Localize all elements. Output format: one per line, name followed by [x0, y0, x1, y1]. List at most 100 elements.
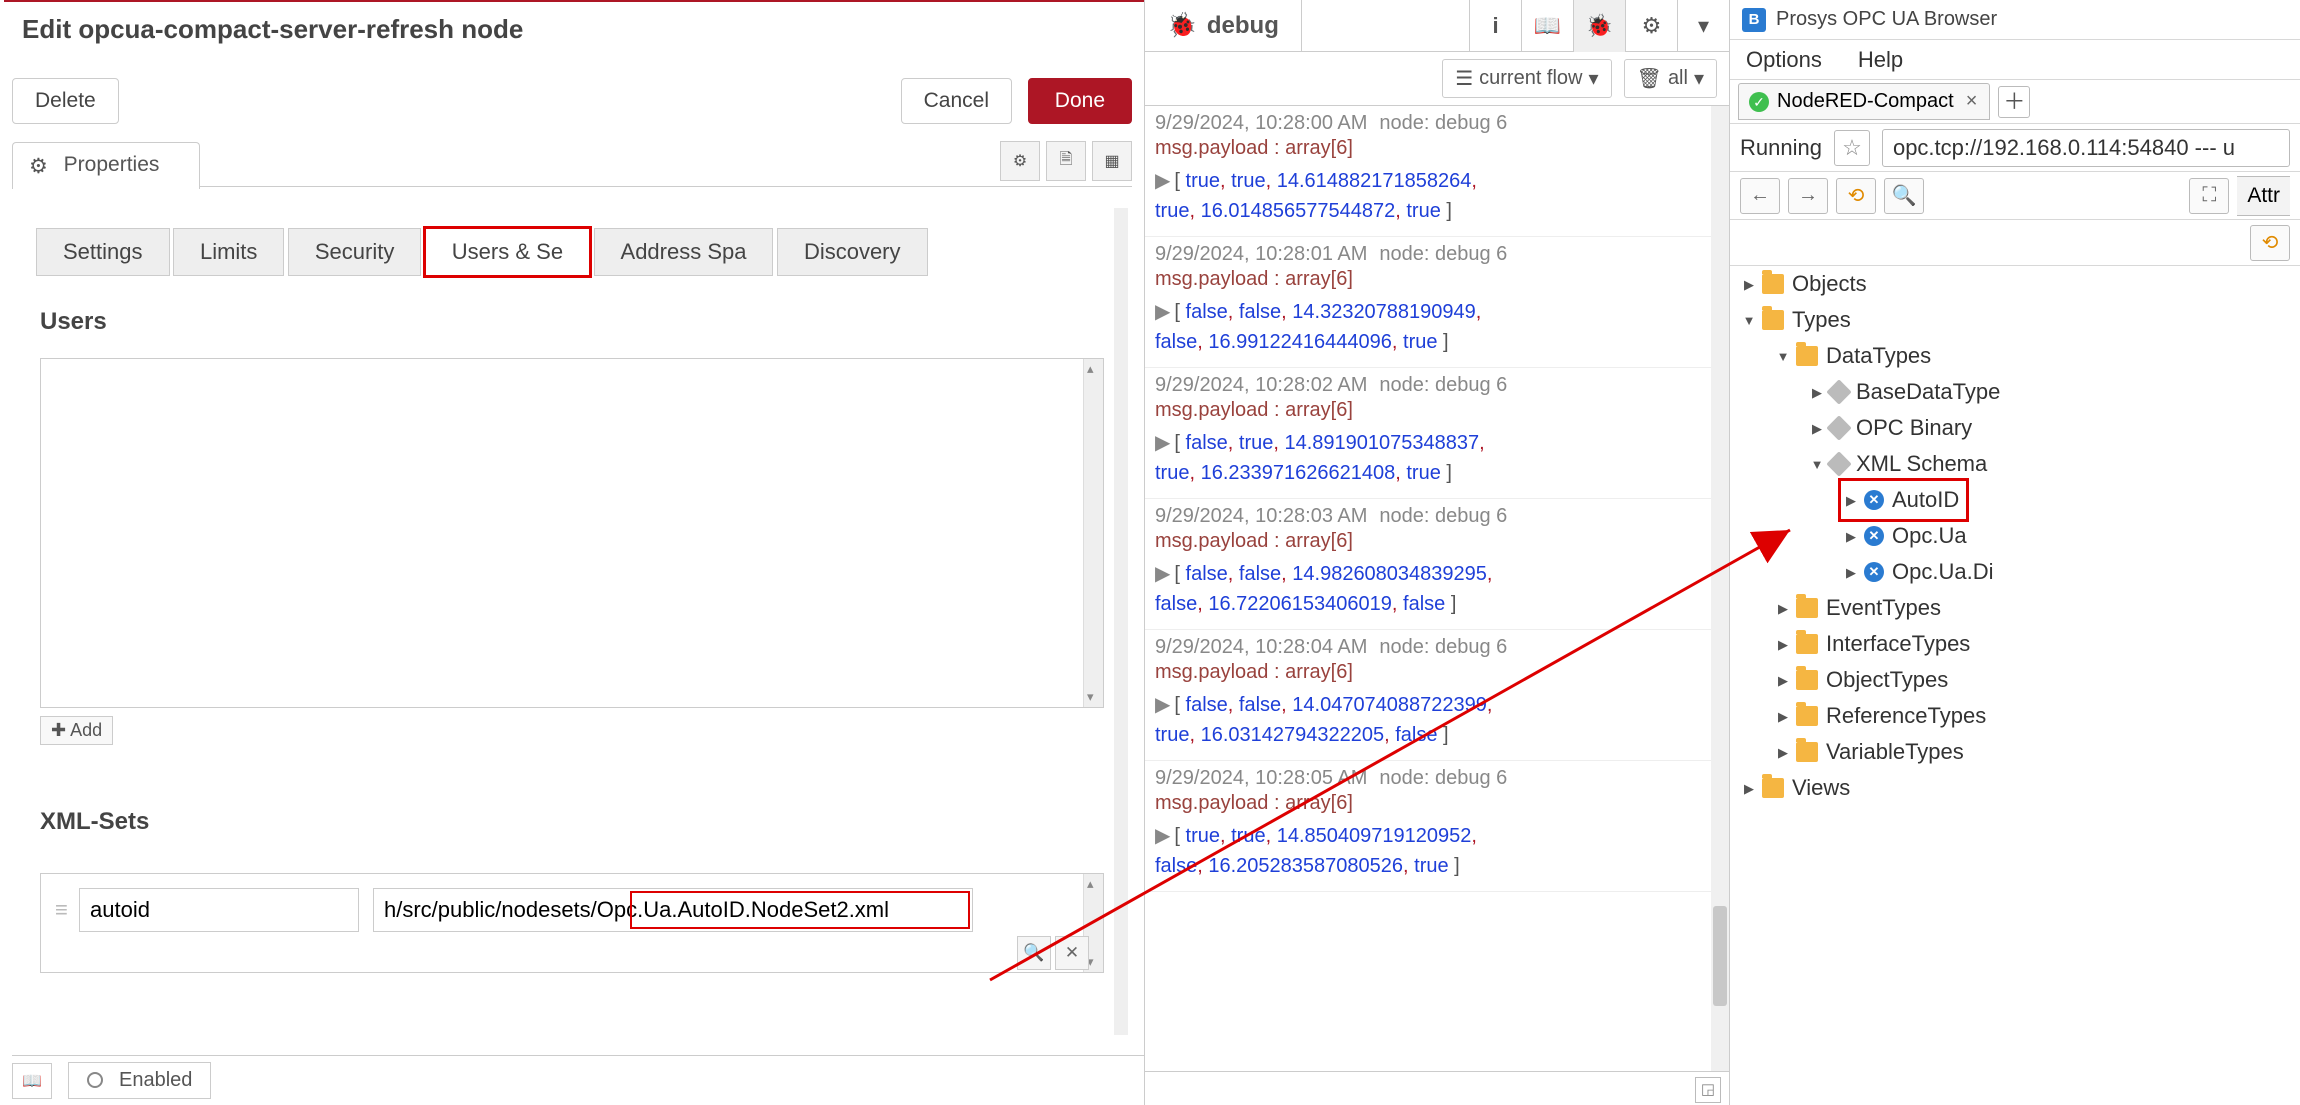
gear-icon-button[interactable]: ⚙ [1625, 0, 1677, 52]
expand-icon[interactable]: ▶ [1155, 825, 1170, 847]
debug-message[interactable]: 9/29/2024, 10:28:02 AMnode: debug 6msg.p… [1145, 368, 1711, 499]
debug-message[interactable]: 9/29/2024, 10:28:04 AMnode: debug 6msg.p… [1145, 630, 1711, 761]
properties-tab[interactable]: ⚙ Properties [12, 142, 200, 189]
refresh-button[interactable]: ⟲ [1836, 178, 1876, 214]
expand-button[interactable]: ⛶ [2189, 178, 2229, 214]
tree-node-opc-binary[interactable]: OPC Binary [1740, 410, 2300, 446]
tree-caret-icon[interactable] [1774, 348, 1792, 365]
filter-current-flow[interactable]: ☰ current flow ▾ [1442, 59, 1611, 98]
menu-options[interactable]: Options [1746, 47, 1822, 73]
tree-node-interfacetypes[interactable]: InterfaceTypes [1740, 626, 2300, 662]
doc-icon-button[interactable]: 🗎 [1046, 141, 1086, 181]
book-icon-button[interactable]: 📖 [1521, 0, 1573, 52]
debug-message[interactable]: 9/29/2024, 10:28:03 AMnode: debug 6msg.p… [1145, 499, 1711, 630]
msg-node: node: debug 6 [1379, 374, 1507, 396]
done-button[interactable]: Done [1028, 78, 1132, 124]
users-list[interactable] [40, 358, 1104, 708]
trash-icon: 🗑 [1637, 66, 1662, 91]
tree-node-datatypes[interactable]: DataTypes [1740, 338, 2300, 374]
xmlset-name-input[interactable] [79, 888, 359, 932]
expand-icon[interactable]: ▶ [1155, 301, 1170, 323]
prosys-connection-tab[interactable]: ✓ NodeRED-Compact × [1738, 83, 1990, 120]
xmlset-path-input[interactable] [373, 888, 973, 932]
tree-caret-icon[interactable] [1808, 456, 1826, 473]
tab-security[interactable]: Security [288, 228, 421, 276]
expand-icon[interactable]: ▶ [1155, 694, 1170, 716]
schema-icon: ✕ [1864, 526, 1884, 546]
filter-all[interactable]: 🗑 all ▾ [1624, 59, 1717, 98]
search-button[interactable]: 🔍 [1884, 178, 1924, 214]
drag-handle-icon[interactable]: ≡ [55, 897, 79, 923]
star-icon-button[interactable]: ☆ [1834, 130, 1870, 166]
xmlset-search-button[interactable]: 🔍 [1017, 936, 1051, 970]
bug-icon: 🐞 [1167, 11, 1197, 40]
tree-node-opc-ua[interactable]: ✕Opc.Ua [1740, 518, 2300, 554]
info-icon-button[interactable]: i [1469, 0, 1521, 52]
tree-caret-icon[interactable] [1740, 276, 1758, 293]
expand-icon[interactable]: ▶ [1155, 170, 1170, 192]
tree-caret-icon[interactable] [1774, 744, 1792, 761]
tab-limits[interactable]: Limits [173, 228, 284, 276]
delete-button[interactable]: Delete [12, 78, 119, 124]
tree-node-eventtypes[interactable]: EventTypes [1740, 590, 2300, 626]
tree-caret-icon[interactable] [1740, 780, 1758, 797]
tree-node-xml-schema[interactable]: XML Schema [1740, 446, 2300, 482]
tab-settings[interactable]: Settings [36, 228, 170, 276]
forward-button[interactable]: → [1788, 178, 1828, 214]
editor-panel: Edit opcua-compact-server-refresh node D… [0, 0, 1145, 1105]
tree-node-variabletypes[interactable]: VariableTypes [1740, 734, 2300, 770]
msg-node: node: debug 6 [1379, 243, 1507, 265]
tree-caret-icon[interactable] [1842, 492, 1860, 509]
tree-node-autoid[interactable]: ✕AutoID [1842, 482, 1965, 518]
tree-node-opc-ua-di[interactable]: ✕Opc.Ua.Di [1740, 554, 2300, 590]
tree-caret-icon[interactable] [1842, 564, 1860, 581]
debug-message[interactable]: 9/29/2024, 10:28:00 AMnode: debug 6msg.p… [1145, 106, 1711, 237]
tree-node-objects[interactable]: Objects [1740, 266, 2300, 302]
tree-node-objecttypes[interactable]: ObjectTypes [1740, 662, 2300, 698]
gear-icon-button[interactable]: ⚙ [1000, 141, 1040, 181]
msg-payload-label: msg.payload : array[6] [1155, 661, 1701, 684]
tab-address-space[interactable]: Address Spa [594, 228, 774, 276]
tree-caret-icon[interactable] [1842, 528, 1860, 545]
expand-icon[interactable]: ▶ [1155, 432, 1170, 454]
tree-caret-icon[interactable] [1774, 600, 1792, 617]
book-icon-button[interactable]: 📖 [12, 1063, 52, 1099]
enabled-toggle[interactable]: Enabled [68, 1062, 211, 1099]
tree-caret-icon[interactable] [1808, 384, 1826, 401]
debug-tab[interactable]: 🐞 debug [1145, 0, 1302, 52]
address-space-tree[interactable]: ObjectsTypesDataTypesBaseDataTypeOPC Bin… [1740, 266, 2300, 1105]
tree-caret-icon[interactable] [1774, 636, 1792, 653]
close-icon[interactable]: × [1966, 90, 1978, 113]
tree-node-views[interactable]: Views [1740, 770, 2300, 806]
tree-caret-icon[interactable] [1740, 312, 1758, 329]
url-input[interactable]: opc.tcp://192.168.0.114:54840 --- u [1882, 129, 2290, 167]
caret-down-icon-button[interactable]: ▾ [1677, 0, 1729, 52]
msg-timestamp: 9/29/2024, 10:28:00 AM [1155, 112, 1367, 134]
refresh-attr-button[interactable]: ⟲ [2250, 225, 2290, 261]
debug-messages[interactable]: 9/29/2024, 10:28:00 AM node: debug 6 msg.p… [1145, 106, 1711, 1071]
menu-help[interactable]: Help [1858, 47, 1903, 73]
tree-node-basedatatype[interactable]: BaseDataType [1740, 374, 2300, 410]
add-user-button[interactable]: ✚ Add [40, 716, 113, 745]
tree-caret-icon[interactable] [1808, 420, 1826, 437]
xmlset-delete-button[interactable]: ✕ [1055, 936, 1089, 970]
tree-node-referencetypes[interactable]: ReferenceTypes [1740, 698, 2300, 734]
cancel-button[interactable]: Cancel [901, 78, 1012, 124]
add-tab-button[interactable]: ＋ [1998, 86, 2030, 118]
debug-scrollbar[interactable] [1711, 106, 1729, 1071]
debug-message[interactable]: 9/29/2024, 10:28:05 AMnode: debug 6msg.p… [1145, 761, 1711, 892]
debug-message[interactable]: 9/29/2024, 10:28:01 AMnode: debug 6msg.p… [1145, 237, 1711, 368]
layout-icon-button[interactable]: ▦ [1092, 141, 1132, 181]
popout-icon-button[interactable]: ◲ [1695, 1077, 1721, 1103]
users-scrollbar[interactable] [1083, 359, 1103, 707]
tree-node-types[interactable]: Types [1740, 302, 2300, 338]
tab-users-sets[interactable]: Users & Se [425, 228, 590, 276]
tree-caret-icon[interactable] [1774, 708, 1792, 725]
back-button[interactable]: ← [1740, 178, 1780, 214]
debug-scrollbar-thumb[interactable] [1713, 906, 1727, 1006]
expand-icon[interactable]: ▶ [1155, 563, 1170, 585]
tab-discovery[interactable]: Discovery [777, 228, 928, 276]
bug-icon-button[interactable]: 🐞 [1573, 0, 1625, 52]
attributes-tab[interactable]: Attr [2237, 176, 2290, 216]
tree-caret-icon[interactable] [1774, 672, 1792, 689]
